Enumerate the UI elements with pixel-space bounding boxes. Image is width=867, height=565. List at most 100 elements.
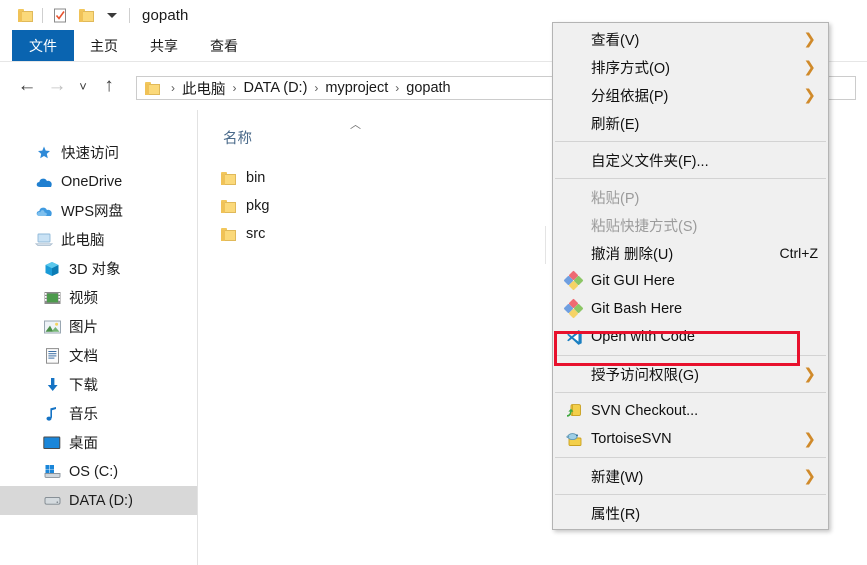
svn-checkout-icon	[565, 402, 583, 420]
context-menu: 查看(V) ❯ 排序方式(O) ❯ 分组依据(P) ❯ 刷新(E) 自定义文件夹…	[552, 22, 829, 530]
table-row[interactable]: pkg	[221, 194, 269, 218]
sidebar-item-label: 视频	[69, 291, 98, 307]
drive-os-icon	[42, 463, 62, 481]
folder-icon	[221, 199, 236, 213]
properties-icon[interactable]	[47, 3, 73, 27]
drive-icon	[42, 492, 62, 510]
menu-item-label: 自定义文件夹(F)...	[591, 153, 709, 170]
menu-item-open-with-code[interactable]: Open with Code	[553, 323, 828, 351]
vscode-icon	[565, 328, 583, 346]
menu-item-paste: 粘贴(P)	[553, 183, 828, 211]
videos-icon	[42, 289, 62, 307]
git-icon	[563, 298, 584, 319]
breadcrumb-separator: ›	[314, 81, 319, 95]
git-icon	[563, 270, 584, 291]
pictures-icon	[42, 318, 62, 336]
menu-item-view[interactable]: 查看(V) ❯	[553, 25, 828, 53]
sidebar-item-os-drive[interactable]: OS (C:)	[0, 457, 197, 486]
sidebar-item-documents[interactable]: 文档	[0, 341, 197, 370]
sidebar-item-3d-objects[interactable]: 3D 对象	[0, 254, 197, 283]
breadcrumb-separator: ›	[232, 81, 237, 95]
menu-item-tortoisesvn[interactable]: TortoiseSVN ❯	[553, 425, 828, 453]
chevron-right-icon: ❯	[803, 467, 816, 485]
sidebar-item-label: 快速访问	[61, 146, 119, 162]
desktop-icon	[42, 434, 62, 452]
file-name: bin	[246, 170, 266, 186]
menu-item-label: 查看(V)	[591, 32, 640, 49]
sidebar-item-this-pc[interactable]: 此电脑	[0, 225, 197, 254]
breadcrumb-item-gopath[interactable]: gopath	[406, 80, 450, 96]
menu-separator	[555, 494, 826, 495]
menu-item-sort-by[interactable]: 排序方式(O) ❯	[553, 53, 828, 81]
tab-file[interactable]: 文件	[12, 30, 74, 61]
recent-locations-button[interactable]: ˅	[72, 71, 94, 101]
sidebar-item-wps-cloud[interactable]: WPS网盘	[0, 196, 197, 225]
column-header-name[interactable]: 名称	[223, 127, 252, 148]
menu-item-customize-folder[interactable]: 自定义文件夹(F)...	[553, 146, 828, 174]
documents-icon	[42, 347, 62, 365]
sidebar-item-quick-access[interactable]: 快速访问	[0, 138, 197, 167]
menu-item-git-gui-here[interactable]: Git GUI Here	[553, 267, 828, 295]
chevron-right-icon: ❯	[803, 365, 816, 383]
sidebar-item-label: 桌面	[69, 436, 98, 452]
sidebar-item-pictures[interactable]: 图片	[0, 312, 197, 341]
menu-item-properties[interactable]: 属性(R)	[553, 499, 828, 527]
table-row[interactable]: bin	[221, 166, 265, 190]
downloads-icon	[42, 376, 62, 394]
sidebar-item-downloads[interactable]: 下载	[0, 370, 197, 399]
sidebar-item-label: 此电脑	[61, 233, 105, 249]
sidebar-item-label: 下载	[69, 378, 98, 394]
menu-item-git-bash-here[interactable]: Git Bash Here	[553, 295, 828, 323]
menu-separator	[555, 392, 826, 393]
menu-item-svn-checkout[interactable]: SVN Checkout...	[553, 397, 828, 425]
new-folder-icon[interactable]	[73, 3, 99, 27]
menu-item-label: 分组依据(P)	[591, 88, 669, 105]
breadcrumb-separator: ›	[395, 81, 400, 95]
menu-item-label: 属性(R)	[591, 506, 641, 523]
folder-icon	[221, 171, 236, 185]
menu-item-new[interactable]: 新建(W) ❯	[553, 462, 828, 490]
breadcrumb-item-this-pc[interactable]: 此电脑	[182, 78, 226, 99]
menu-item-group-by[interactable]: 分组依据(P) ❯	[553, 81, 828, 109]
computer-icon	[34, 231, 54, 249]
breadcrumb-item-data-drive[interactable]: DATA (D:)	[244, 80, 308, 96]
up-button[interactable]: ↑	[94, 71, 124, 101]
file-name: pkg	[246, 198, 270, 214]
tab-share[interactable]: 共享	[134, 30, 194, 61]
menu-item-grant-access[interactable]: 授予访问权限(G) ❯	[553, 360, 828, 388]
chevron-down-icon[interactable]	[99, 3, 125, 27]
window-title: gopath	[142, 6, 189, 24]
breadcrumb-separator: ›	[171, 81, 175, 95]
folder-icon[interactable]	[12, 3, 38, 27]
menu-separator	[555, 141, 826, 142]
navigation-pane: 快速访问 OneDrive WPS网盘 此电脑 3D 对象 视频 图片 文档 下…	[0, 110, 198, 565]
back-button[interactable]: ←	[12, 71, 42, 101]
sidebar-item-onedrive[interactable]: OneDrive	[0, 167, 197, 196]
table-row[interactable]: src	[221, 222, 265, 246]
tab-home[interactable]: 主页	[74, 30, 134, 61]
tortoisesvn-icon	[565, 430, 583, 448]
chevron-right-icon: ❯	[803, 58, 816, 76]
sidebar-item-videos[interactable]: 视频	[0, 283, 197, 312]
menu-item-label: SVN Checkout...	[591, 403, 699, 419]
column-divider[interactable]	[545, 226, 546, 264]
sidebar-item-label: DATA (D:)	[69, 492, 133, 509]
3d-objects-icon	[42, 260, 62, 278]
divider	[129, 7, 130, 23]
sidebar-item-data-drive[interactable]: DATA (D:)	[0, 486, 197, 515]
menu-item-label: Open with Code	[591, 329, 695, 345]
menu-item-undo-delete[interactable]: 撤消 删除(U) Ctrl+Z	[553, 239, 828, 267]
chevron-right-icon: ❯	[803, 430, 816, 448]
sidebar-item-music[interactable]: 音乐	[0, 399, 197, 428]
forward-button[interactable]: →	[42, 71, 72, 101]
chevron-right-icon: ❯	[803, 30, 816, 48]
menu-separator	[555, 355, 826, 356]
menu-item-label: Git GUI Here	[591, 273, 675, 289]
tab-view[interactable]: 查看	[194, 30, 254, 61]
breadcrumb-item-myproject[interactable]: myproject	[325, 80, 388, 96]
address-folder-icon	[145, 81, 160, 95]
menu-item-label: 粘贴(P)	[591, 190, 640, 207]
menu-item-refresh[interactable]: 刷新(E)	[553, 109, 828, 137]
sort-ascending-icon[interactable]: ︿	[350, 116, 361, 132]
sidebar-item-desktop[interactable]: 桌面	[0, 428, 197, 457]
